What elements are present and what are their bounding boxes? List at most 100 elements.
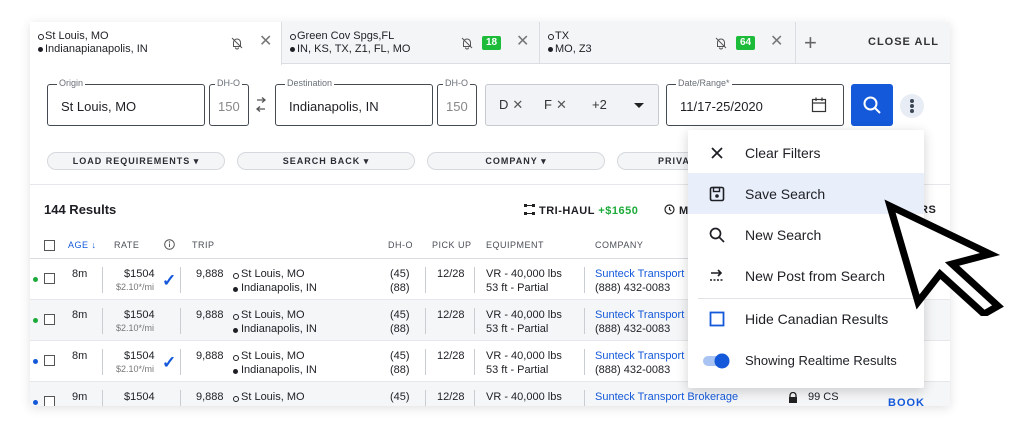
- close-icon[interactable]: ✕: [516, 34, 529, 50]
- tab-destination: MO, Z3: [548, 43, 592, 56]
- company-link[interactable]: Sunteck Transport Brokerage: [595, 391, 738, 403]
- row-checkbox[interactable]: [44, 396, 55, 406]
- destination-cell: Indianapolis, IN: [233, 282, 317, 294]
- date-range-value: 11/17-25/2020: [680, 99, 763, 114]
- col-company[interactable]: COMPANY: [595, 240, 643, 250]
- row-checkbox[interactable]: [44, 273, 55, 284]
- chevron-down-icon[interactable]: [634, 103, 644, 108]
- origin-label: Origin: [57, 78, 86, 88]
- divider: [425, 390, 426, 406]
- calendar-icon[interactable]: [811, 97, 827, 113]
- recent-toggle[interactable]: M: [664, 204, 688, 217]
- select-all-checkbox[interactable]: [44, 240, 55, 251]
- divider: [584, 390, 585, 406]
- origin-cell: St Louis, MO: [233, 350, 305, 362]
- company-link[interactable]: Sunteck Transport: [595, 268, 684, 280]
- results-count: 144 Results: [44, 202, 117, 217]
- divider: [474, 349, 475, 375]
- more-options-button[interactable]: [900, 94, 924, 118]
- equipment-select[interactable]: D ✕ F ✕ +2: [485, 84, 659, 126]
- tab-destination: Indianapianapolis, IN: [38, 43, 148, 56]
- status-dot: [33, 400, 38, 405]
- rate-cell: $1504: [124, 268, 155, 280]
- info-icon[interactable]: [164, 239, 175, 250]
- company-phone: (888) 432-0083: [595, 282, 671, 294]
- divider: [425, 349, 426, 375]
- close-all-button[interactable]: CLOSE ALL: [868, 36, 939, 48]
- col-age[interactable]: AGE ↓: [68, 240, 97, 250]
- bell-off-icon[interactable]: [714, 36, 728, 50]
- company-link[interactable]: Sunteck Transport: [595, 350, 684, 362]
- dh-destination-cell: (88): [390, 364, 410, 376]
- clock-icon: [664, 204, 675, 215]
- date-range-field[interactable]: Date/Range* 11/17-25/2020: [666, 78, 844, 126]
- search-button[interactable]: [851, 84, 893, 126]
- dh-origin-cell: (45): [390, 391, 410, 403]
- origin-field[interactable]: Origin St Louis, MO: [47, 78, 205, 126]
- tab-search-1[interactable]: St Louis, MO Indianapianapolis, IN ✕: [30, 22, 282, 65]
- dh-destination-label: DH-O: [443, 78, 470, 88]
- equipment-chip[interactable]: F ✕: [544, 97, 567, 113]
- row-checkbox[interactable]: [44, 314, 55, 325]
- dh-destination-field[interactable]: DH-O 150: [437, 78, 477, 126]
- age-cell: 8m: [72, 268, 88, 280]
- swap-icon[interactable]: [254, 97, 268, 113]
- check-icon: ✓: [162, 353, 177, 372]
- company-filter[interactable]: COMPANY ▾: [427, 152, 605, 170]
- tab-bar: St Louis, MO Indianapianapolis, IN ✕ Gre…: [30, 22, 950, 65]
- divider: [180, 308, 181, 334]
- checkbox-icon: [709, 311, 725, 327]
- trip-cell: 9,888: [196, 309, 224, 321]
- divider: [474, 308, 475, 334]
- bell-off-icon[interactable]: [460, 36, 474, 50]
- close-icon[interactable]: ✕: [259, 34, 272, 50]
- destination-value: Indianapolis, IN: [289, 99, 379, 114]
- destination-field[interactable]: Destination Indianapolis, IN: [275, 78, 433, 126]
- toggle-icon: [703, 353, 730, 369]
- divider: [102, 390, 103, 406]
- date-range-label: Date/Range*: [676, 78, 732, 88]
- book-button[interactable]: BOOK: [888, 397, 925, 406]
- add-tab-button[interactable]: +: [804, 30, 817, 56]
- col-dh-o[interactable]: DH-O: [388, 240, 413, 250]
- divider: [584, 349, 585, 375]
- equipment-cell: VR - 40,000 lbs: [486, 350, 562, 362]
- equipment-chip[interactable]: D ✕: [499, 97, 523, 113]
- dh-origin-field[interactable]: DH-O 150: [209, 78, 249, 126]
- origin-value: St Louis, MO: [61, 99, 137, 114]
- load-requirements-filter[interactable]: LOAD REQUIREMENTS ▾: [47, 152, 225, 170]
- trip-cell: 9,888: [196, 350, 224, 362]
- close-icon[interactable]: ✕: [770, 34, 783, 50]
- dh-origin-label: DH-O: [215, 78, 242, 88]
- bell-off-icon[interactable]: [230, 36, 244, 50]
- search-back-filter[interactable]: SEARCH BACK ▾: [237, 152, 415, 170]
- rate-cell: $1504: [124, 350, 155, 362]
- col-pickup[interactable]: PICK UP: [432, 240, 472, 250]
- divider: [180, 267, 181, 293]
- menu-item-clear-filters[interactable]: Clear Filters: [688, 132, 924, 173]
- menu-item-label: New Search: [745, 227, 822, 243]
- menu-item-label: Hide Canadian Results: [745, 311, 889, 327]
- col-trip[interactable]: TRIP: [192, 240, 215, 250]
- company-link[interactable]: Sunteck Transport: [595, 309, 684, 321]
- close-icon: [711, 147, 723, 159]
- col-rate[interactable]: RATE: [114, 240, 139, 250]
- menu-item-label: Showing Realtime Results: [745, 353, 897, 368]
- pointer-cursor-icon: [884, 199, 1004, 316]
- menu-item-label: Clear Filters: [745, 145, 821, 161]
- tab-search-2[interactable]: Green Cov Spgs,FL IN, KS, TX, Z1, FL, MO…: [282, 22, 540, 64]
- tri-haul-toggle[interactable]: TRI-HAUL +$1650: [524, 204, 638, 217]
- post-icon: [710, 269, 724, 281]
- divider: [425, 308, 426, 334]
- tab-search-3[interactable]: TX MO, Z3 64 ✕: [540, 22, 796, 64]
- menu-item-realtime[interactable]: Showing Realtime Results: [688, 340, 924, 381]
- pickup-cell: 12/28: [437, 268, 465, 280]
- rate-cell: $1504: [124, 309, 155, 321]
- divider: [102, 349, 103, 375]
- pickup-cell: 12/28: [437, 350, 465, 362]
- search-icon: [863, 96, 881, 114]
- menu-item-label: New Post from Search: [745, 268, 886, 284]
- col-equipment[interactable]: EQUIPMENT: [486, 240, 544, 250]
- tab-origin: St Louis, MO: [38, 30, 148, 43]
- row-checkbox[interactable]: [44, 355, 55, 366]
